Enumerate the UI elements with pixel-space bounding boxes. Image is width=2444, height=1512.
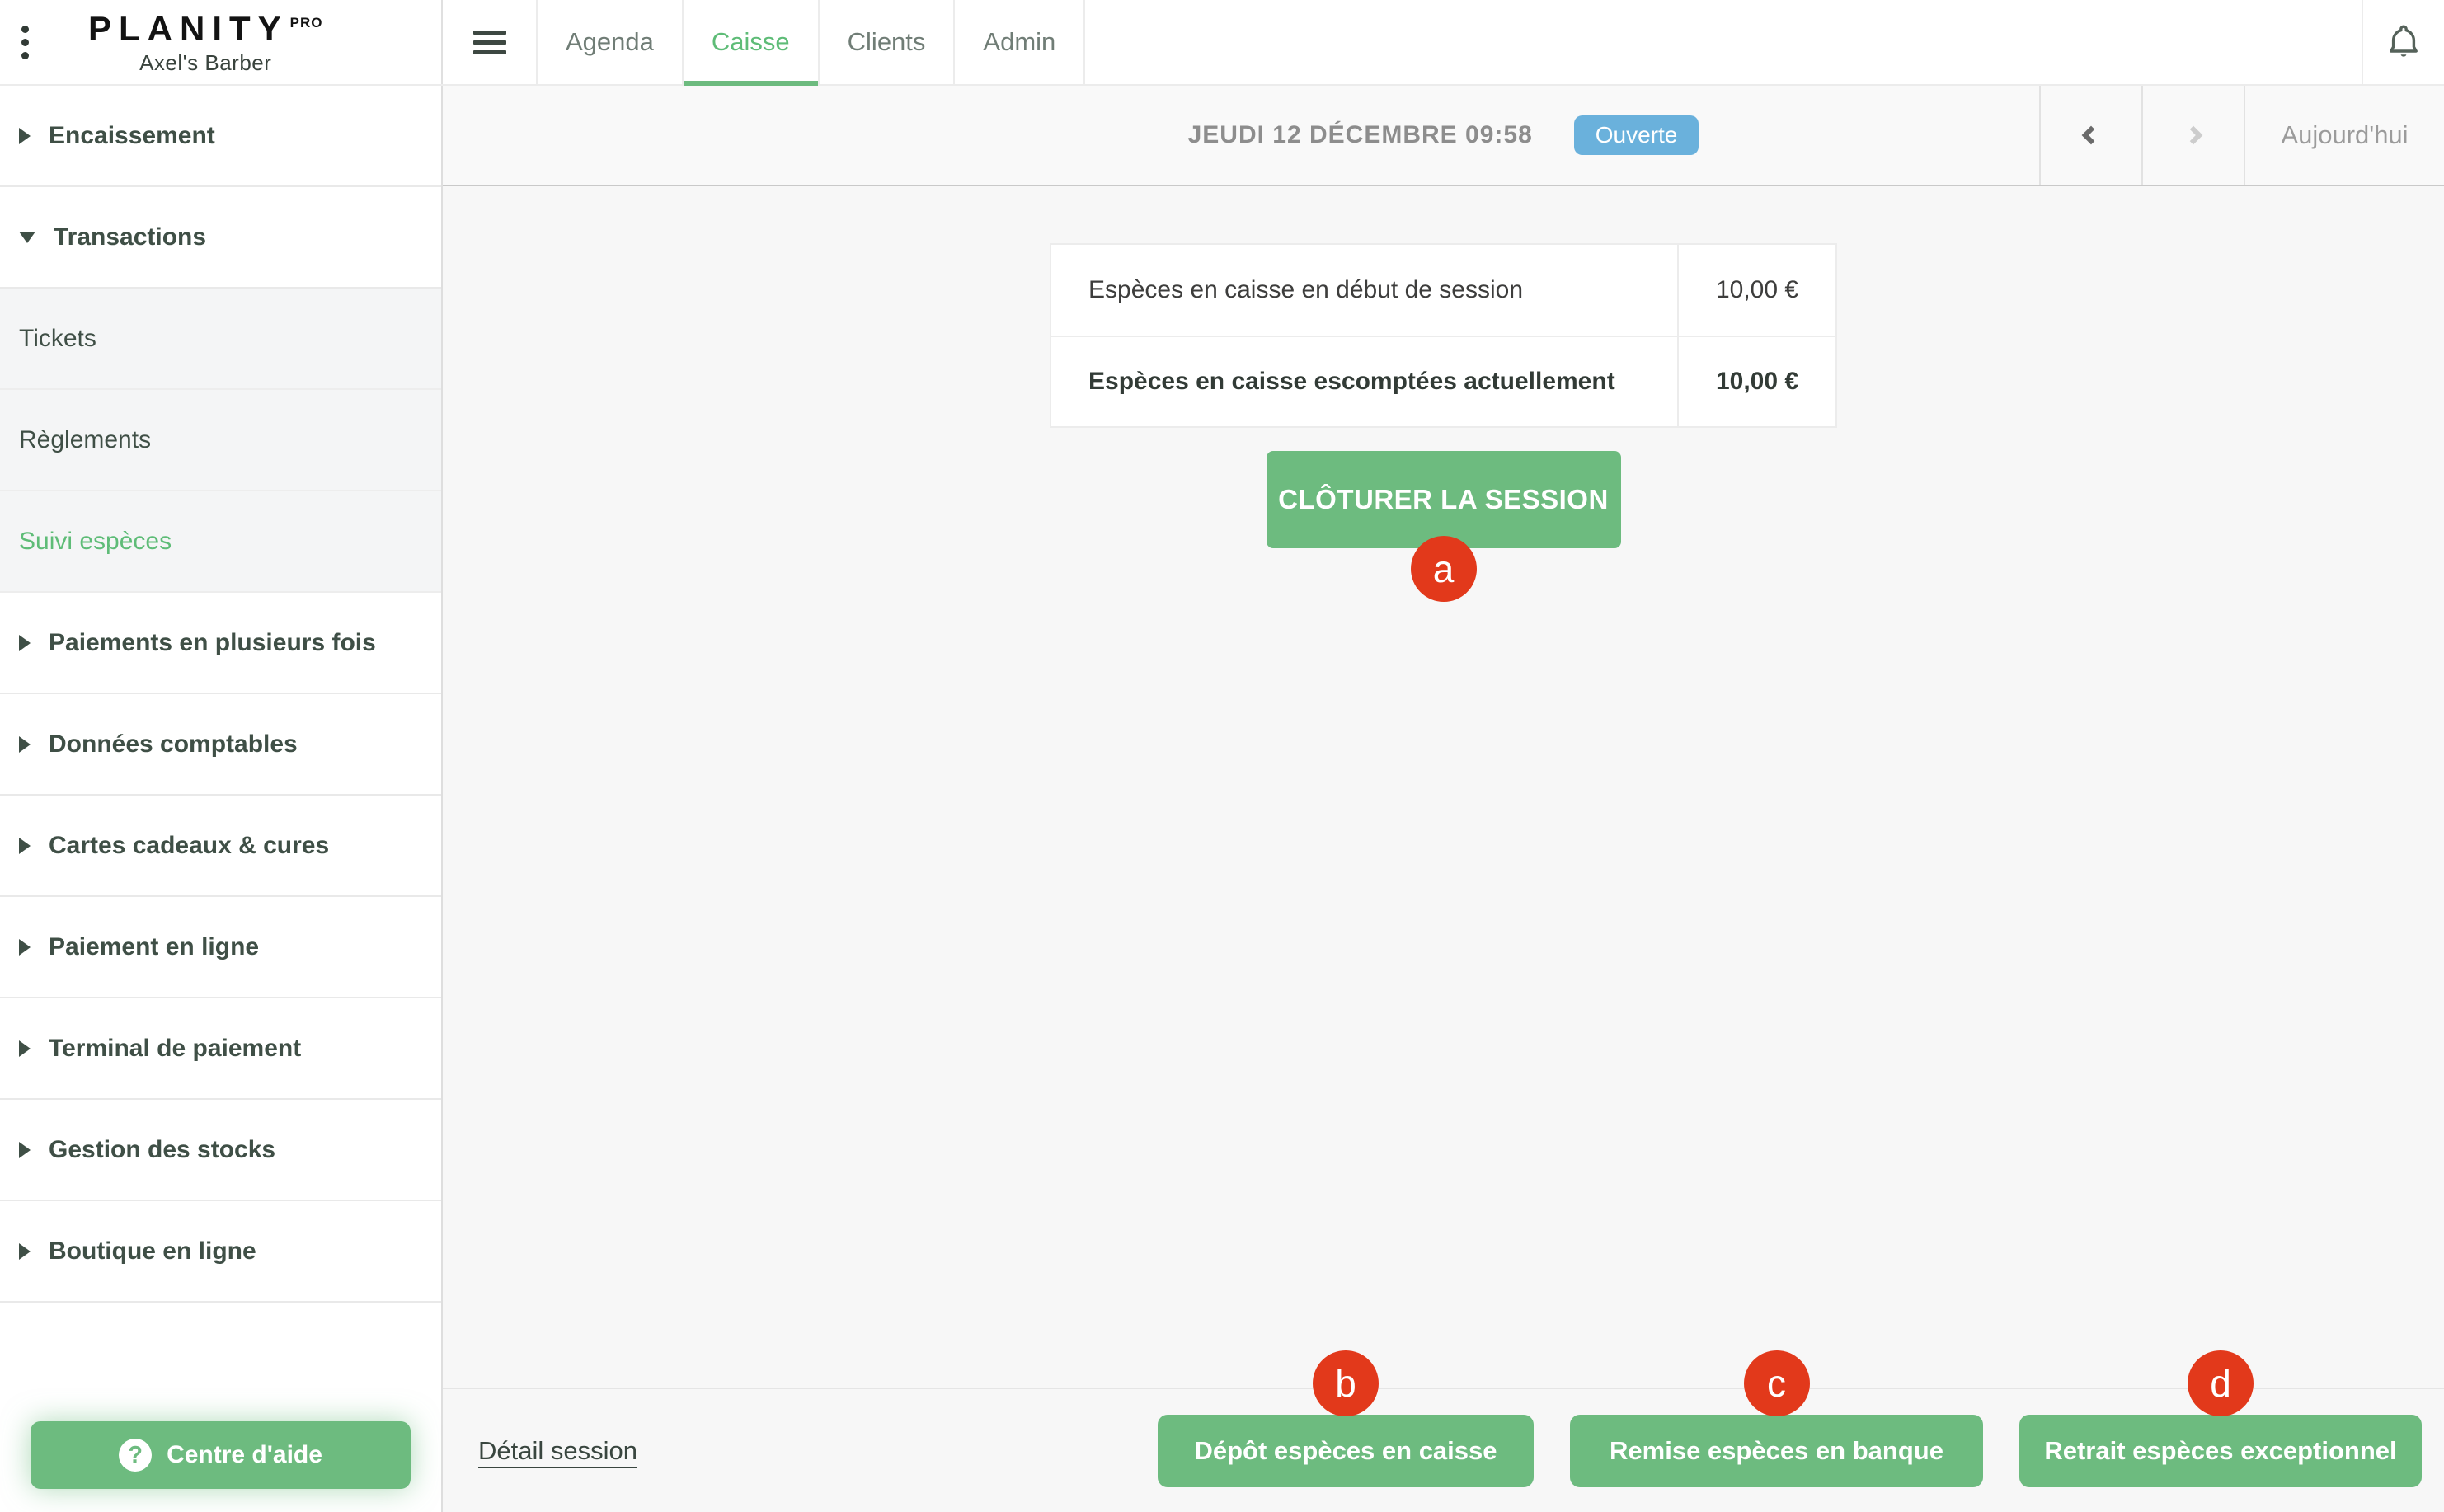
cash-summary-table: Espèces en caisse en début de session 10… [1050, 243, 1837, 428]
bank-drop-button[interactable]: Remise espèces en banque [1570, 1415, 1983, 1487]
top-bar: PLANITYPRO Axel's Barber Agenda Caisse C… [0, 0, 2444, 86]
triangle-right-icon [19, 736, 31, 753]
sidebar-item-label: Terminal de paiement [49, 1035, 301, 1063]
bell-icon [2384, 22, 2423, 62]
sidebar-item-encaissement[interactable]: Encaissement [0, 86, 441, 187]
main-tabs: Agenda Caisse Clients Admin [538, 0, 1085, 84]
cash-start-value: 10,00 € [1677, 245, 1835, 336]
session-content: Espèces en caisse en début de session 10… [443, 186, 2444, 1388]
sidebar-subitem-reglements[interactable]: Règlements [0, 390, 441, 491]
close-session-wrap: CLÔTURER LA SESSION a [1267, 451, 1621, 548]
sidebar-subitem-suivi-especes[interactable]: Suivi espèces [0, 491, 441, 593]
brand-logo: PLANITYPRO Axel's Barber [88, 9, 323, 76]
sidebar-item-label: Transactions [54, 223, 206, 251]
tab-agenda[interactable]: Agenda [538, 0, 684, 84]
topbar-spacer [1085, 0, 2362, 84]
bank-drop-wrap: c Remise espèces en banque [1570, 1415, 1983, 1487]
notifications-button[interactable] [2362, 0, 2444, 84]
session-status-badge: Ouverte [1574, 115, 1699, 155]
bottom-action-bar: Détail session b Dépôt espèces en caisse… [443, 1388, 2444, 1512]
chevron-left-icon [2082, 126, 2101, 145]
sidebar-item-label: Données comptables [49, 730, 298, 758]
triangle-right-icon [19, 1040, 31, 1057]
chevron-right-icon [2184, 126, 2203, 145]
sidebar-item-boutique-en-ligne[interactable]: Boutique en ligne [0, 1201, 441, 1303]
question-mark-icon: ? [119, 1439, 152, 1472]
help-center-label: Centre d'aide [167, 1441, 322, 1469]
sidebar-item-label: Paiements en plusieurs fois [49, 629, 376, 657]
brand-area: PLANITYPRO Axel's Barber [0, 0, 443, 84]
triangle-right-icon [19, 838, 31, 854]
previous-day-button[interactable] [2039, 86, 2141, 185]
triangle-right-icon [19, 128, 31, 144]
sidebar-item-label: Encaissement [49, 122, 215, 150]
annotation-marker-a: a [1411, 536, 1477, 602]
sidebar-item-label: Gestion des stocks [49, 1136, 275, 1164]
triangle-right-icon [19, 1142, 31, 1158]
cash-start-label: Espèces en caisse en début de session [1051, 245, 1677, 336]
triangle-right-icon [19, 939, 31, 956]
date-navigation: Aujourd'hui [2039, 86, 2444, 185]
brand-tier-badge: PRO [290, 15, 323, 31]
table-row: Espèces en caisse escomptées actuellemen… [1051, 336, 1835, 426]
help-center-button[interactable]: ? Centre d'aide [31, 1421, 411, 1489]
triangle-right-icon [19, 635, 31, 651]
annotation-marker-b: b [1313, 1350, 1379, 1416]
session-date: JEUDI 12 DÉCEMBRE 09:58 [1188, 121, 1533, 149]
sidebar-item-label: Cartes cadeaux & cures [49, 832, 329, 860]
triangle-right-icon [19, 1243, 31, 1260]
cash-expected-label: Espèces en caisse escomptées actuellemen… [1051, 337, 1677, 426]
kebab-menu-icon[interactable] [21, 26, 29, 59]
cash-expected-value: 10,00 € [1677, 337, 1835, 426]
sidebar-subitem-label: Tickets [19, 325, 96, 353]
next-day-button[interactable] [2141, 86, 2244, 185]
cash-deposit-button[interactable]: Dépôt espèces en caisse [1158, 1415, 1534, 1487]
close-session-button[interactable]: CLÔTURER LA SESSION [1267, 451, 1621, 548]
withdraw-wrap: d Retrait espèces exceptionnel [2019, 1415, 2422, 1487]
sidebar-item-gestion-des-stocks[interactable]: Gestion des stocks [0, 1100, 441, 1201]
sidebar-subitem-tickets[interactable]: Tickets [0, 289, 441, 390]
table-row: Espèces en caisse en début de session 10… [1051, 245, 1835, 336]
tab-admin[interactable]: Admin [955, 0, 1085, 84]
annotation-marker-d: d [2188, 1350, 2254, 1416]
sidebar-item-donnees-comptables[interactable]: Données comptables [0, 694, 441, 796]
triangle-down-icon [19, 232, 35, 243]
annotation-marker-c: c [1744, 1350, 1810, 1416]
tab-caisse[interactable]: Caisse [684, 0, 820, 84]
brand-name: PLANITY [88, 9, 289, 48]
sidebar: Encaissement Transactions Tickets Règlem… [0, 86, 443, 1512]
session-header: JEUDI 12 DÉCEMBRE 09:58 Ouverte Aujourd'… [443, 86, 2444, 186]
sidebar-item-paiement-en-ligne[interactable]: Paiement en ligne [0, 897, 441, 998]
sidebar-subitem-label: Suivi espèces [19, 528, 172, 556]
sidebar-item-cartes-cadeaux[interactable]: Cartes cadeaux & cures [0, 796, 441, 897]
sidebar-subitem-label: Règlements [19, 426, 151, 454]
hamburger-menu-icon[interactable] [443, 0, 538, 84]
sidebar-item-terminal-de-paiement[interactable]: Terminal de paiement [0, 998, 441, 1100]
sidebar-item-paiements-plusieurs-fois[interactable]: Paiements en plusieurs fois [0, 593, 441, 694]
today-button[interactable]: Aujourd'hui [2244, 86, 2444, 185]
sidebar-item-label: Paiement en ligne [49, 933, 259, 961]
session-detail-link[interactable]: Détail session [478, 1436, 637, 1466]
salon-name: Axel's Barber [88, 50, 323, 76]
sidebar-item-label: Boutique en ligne [49, 1237, 256, 1265]
sidebar-item-transactions[interactable]: Transactions [0, 187, 441, 289]
exceptional-withdrawal-button[interactable]: Retrait espèces exceptionnel [2019, 1415, 2422, 1487]
main-area: JEUDI 12 DÉCEMBRE 09:58 Ouverte Aujourd'… [443, 86, 2444, 1512]
tab-clients[interactable]: Clients [820, 0, 956, 84]
deposit-wrap: b Dépôt espèces en caisse [1158, 1415, 1534, 1487]
